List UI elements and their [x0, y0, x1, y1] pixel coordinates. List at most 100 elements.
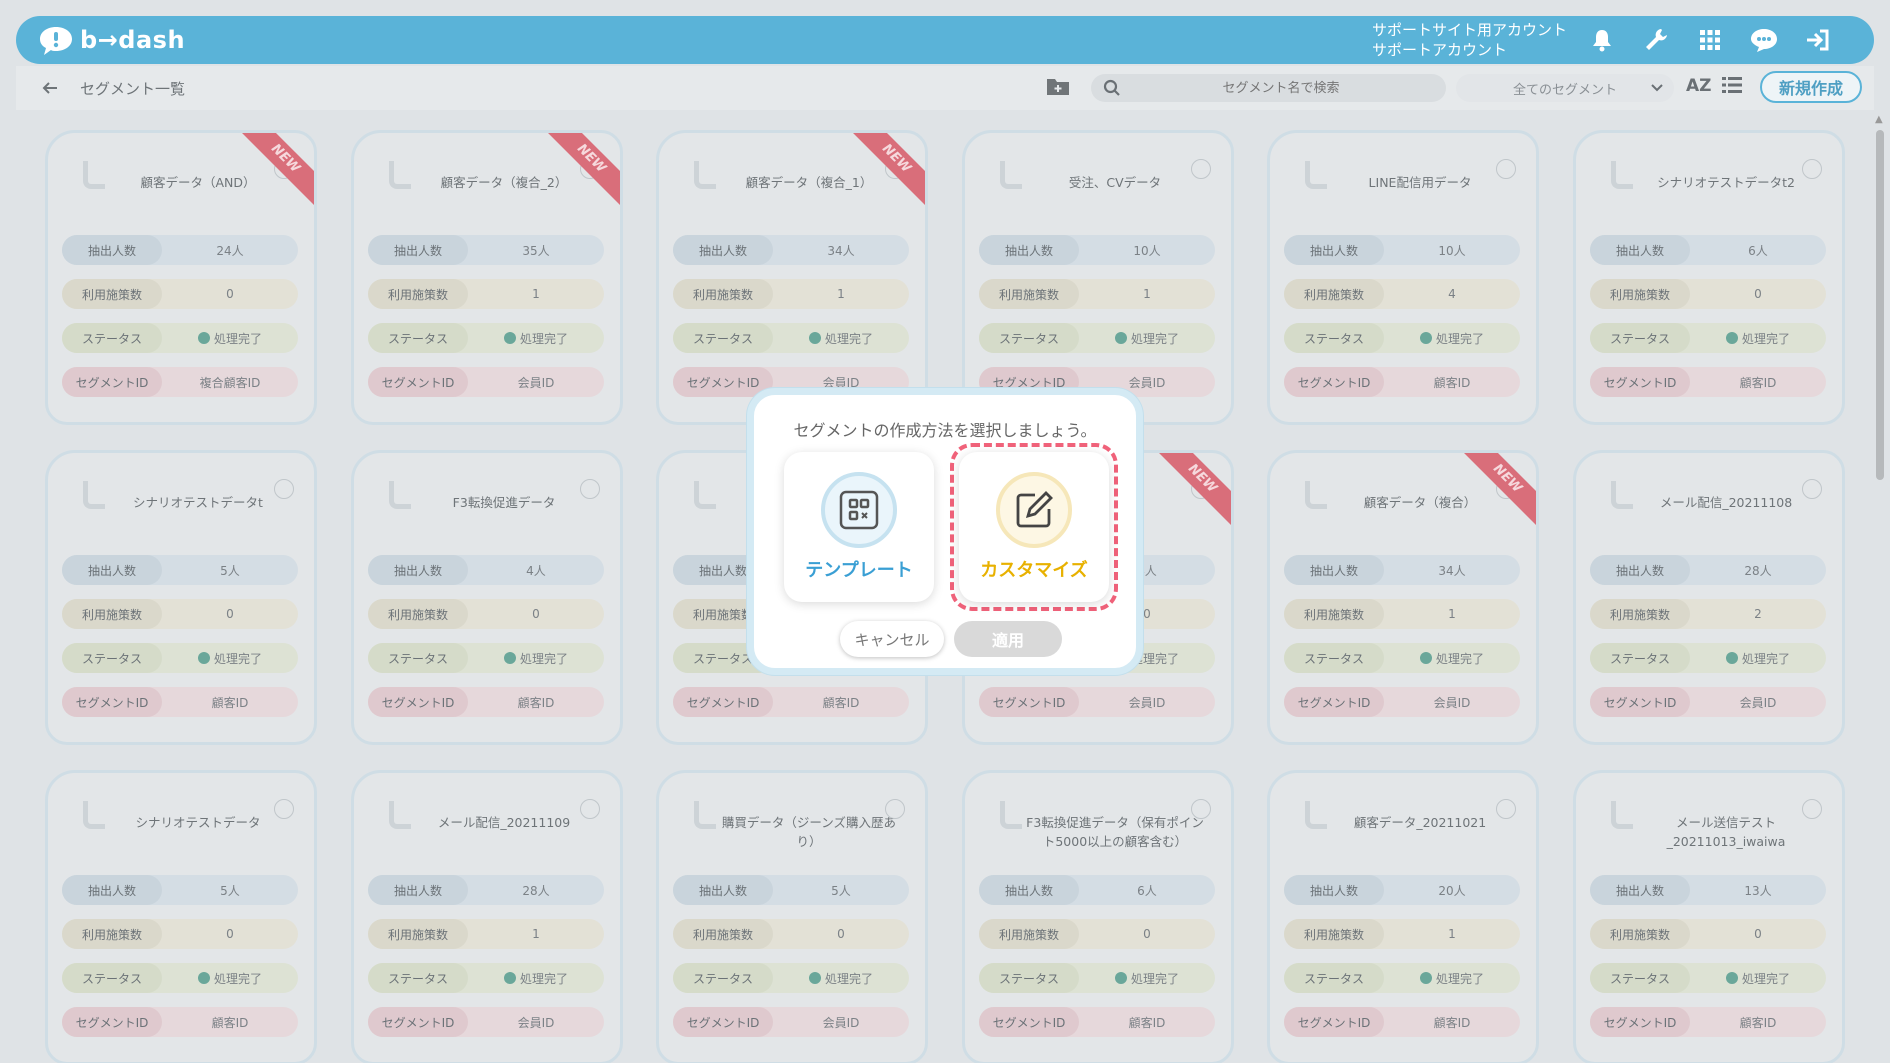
segment-id-label: セグメントID [979, 1007, 1079, 1037]
status-label: ステータス [1284, 963, 1384, 993]
card-menu-icon[interactable] [274, 799, 294, 819]
bell-icon[interactable] [1586, 24, 1618, 56]
add-folder-icon[interactable] [1046, 76, 1070, 100]
segment-id-row: セグメントID 顧客ID [1284, 1007, 1520, 1037]
status-value-wrap: 処理完了 [468, 330, 604, 347]
wrench-icon[interactable] [1640, 24, 1672, 56]
segment-card[interactable]: 顧客データ（複合） NEW 抽出人数 34人 利用施策数 1 ステータス 処理完了 セグメントI… [1267, 450, 1539, 745]
card-menu-icon[interactable] [1802, 159, 1822, 179]
count-label: 抽出人数 [62, 555, 162, 585]
segment-card[interactable]: シナリオテストデータ 抽出人数 5人 利用施策数 0 ステータス 処理完了 セグメントID 顧客… [45, 770, 317, 1063]
segment-id-label: セグメントID [368, 687, 468, 717]
status-row: ステータス 処理完了 [62, 323, 298, 353]
template-option[interactable]: テンプレート [784, 452, 934, 602]
page-title: セグメント一覧 [80, 80, 186, 98]
new-badge: NEW [1154, 453, 1231, 527]
segment-id-value: 顧客ID [822, 695, 860, 710]
count-value: 10人 [1438, 243, 1466, 258]
card-fold-decoration [694, 481, 716, 509]
segment-card[interactable]: シナリオテストデータt 抽出人数 5人 利用施策数 0 ステータス 処理完了 セグメントID 顧… [45, 450, 317, 745]
segment-card[interactable]: メール配信_20211108 抽出人数 28人 利用施策数 2 ステータス 処理完了 セグメン… [1573, 450, 1845, 745]
apply-button[interactable]: 適用 [954, 621, 1062, 657]
list-view-icon[interactable] [1722, 76, 1742, 98]
count-row: 抽出人数 35人 [368, 235, 604, 265]
card-menu-icon[interactable] [1802, 479, 1822, 499]
back-arrow-icon[interactable] [38, 76, 62, 100]
sort-az-button[interactable]: AZ [1686, 76, 1711, 96]
segment-id-value: 会員ID [1128, 695, 1166, 710]
segment-card[interactable]: シナリオテストデータt2 抽出人数 6人 利用施策数 0 ステータス 処理完了 セグメントID… [1573, 130, 1845, 425]
segment-id-row: セグメントID 顧客ID [1590, 367, 1826, 397]
status-value: 処理完了 [519, 651, 568, 666]
segment-id-label: セグメントID [979, 687, 1079, 717]
count-label: 抽出人数 [673, 235, 773, 265]
card-fold-decoration [83, 161, 105, 189]
scroll-up-arrow-icon[interactable]: ▲ [1875, 114, 1883, 125]
segment-card[interactable]: 顧客データ（複合_1） NEW 抽出人数 34人 利用施策数 1 ステータス 処理完了 セグメン… [656, 130, 928, 425]
card-menu-icon[interactable] [885, 799, 905, 819]
count-row: 抽出人数 34人 [1284, 555, 1520, 585]
edit-pencil-icon [996, 472, 1072, 548]
usage-row: 利用施策数 0 [368, 599, 604, 629]
status-value: 処理完了 [824, 331, 873, 346]
count-value: 10人 [1133, 243, 1161, 258]
count-value: 34人 [1438, 563, 1466, 578]
usage-value: 0 [837, 927, 845, 941]
usage-label: 利用施策数 [1284, 279, 1384, 309]
status-value: 処理完了 [1741, 331, 1790, 346]
search-input[interactable] [1131, 76, 1431, 100]
card-menu-icon[interactable] [1802, 799, 1822, 819]
usage-label: 利用施策数 [1284, 599, 1384, 629]
segment-card[interactable]: メール送信テスト_20211013_iwaiwa 抽出人数 13人 利用施策数 0 ステー… [1573, 770, 1845, 1063]
usage-label: 利用施策数 [979, 279, 1079, 309]
apps-grid-icon[interactable] [1694, 24, 1726, 56]
card-menu-icon[interactable] [1191, 799, 1211, 819]
account-info[interactable]: サポートサイト用アカウント サポートアカウント [1372, 20, 1567, 60]
count-value: 13人 [1744, 883, 1772, 898]
segment-card[interactable]: メール配信_20211109 抽出人数 28人 利用施策数 1 ステータス 処理完了 セグメン… [351, 770, 623, 1063]
customize-option[interactable]: カスタマイズ [959, 452, 1109, 602]
segment-card[interactable]: LINE配信用データ 抽出人数 10人 利用施策数 4 ステータス 処理完了 セグメントID 顧… [1267, 130, 1539, 425]
status-value-wrap: 処理完了 [1079, 970, 1215, 987]
segment-card[interactable]: F3転換促進データ 抽出人数 4人 利用施策数 0 ステータス 処理完了 セグメントID 顧客I… [351, 450, 623, 745]
segment-id-label: セグメントID [368, 367, 468, 397]
status-row: ステータス 処理完了 [1590, 643, 1826, 673]
segment-card[interactable]: 顧客データ（AND） NEW 抽出人数 24人 利用施策数 0 ステータス 処理完了 セグメント… [45, 130, 317, 425]
segment-id-label: セグメントID [673, 1007, 773, 1037]
status-value: 処理完了 [1130, 971, 1179, 986]
usage-label: 利用施策数 [1590, 919, 1690, 949]
logout-icon[interactable] [1802, 24, 1834, 56]
play-status-icon [197, 651, 210, 664]
logo[interactable]: b→dash [36, 24, 185, 56]
chat-support-icon[interactable] [1748, 24, 1780, 56]
cancel-button[interactable]: キャンセル [840, 621, 944, 657]
card-title: 顧客データ（複合） [1363, 495, 1477, 510]
new-segment-button[interactable]: 新規作成 [1760, 71, 1862, 103]
segment-id-label: セグメントID [368, 1007, 468, 1037]
segment-card[interactable]: 受注、CVデータ 抽出人数 10人 利用施策数 1 ステータス 処理完了 セグメントID 会員I… [962, 130, 1234, 425]
segment-id-label: セグメントID [673, 687, 773, 717]
card-menu-icon[interactable] [1496, 799, 1516, 819]
segment-card[interactable]: F3転換促進データ（保有ポイント5000以上の顧客含む） 抽出人数 6人 利用施策数 0… [962, 770, 1234, 1063]
count-label: 抽出人数 [62, 235, 162, 265]
card-menu-icon[interactable] [580, 479, 600, 499]
status-row: ステータス 処理完了 [368, 323, 604, 353]
segment-card[interactable]: 顧客データ_20211021 抽出人数 20人 利用施策数 1 ステータス 処理完了 セグメン… [1267, 770, 1539, 1063]
segment-filter-value: 全てのセグメント [1512, 82, 1617, 98]
segment-id-value: 顧客ID [1433, 1015, 1471, 1030]
scroll-thumb[interactable] [1876, 130, 1884, 480]
card-menu-icon[interactable] [580, 799, 600, 819]
segment-filter-select[interactable]: 全てのセグメント [1456, 74, 1674, 102]
count-value: 5人 [220, 563, 240, 578]
count-row: 抽出人数 5人 [62, 555, 298, 585]
status-value: 処理完了 [519, 971, 568, 986]
segment-id-value: 会員ID [1433, 695, 1471, 710]
card-menu-icon[interactable] [1496, 159, 1516, 179]
segment-card[interactable]: 購買データ（ジーンズ購入歴あり） 抽出人数 5人 利用施策数 0 ステータス 処理完了 セグメ… [656, 770, 928, 1063]
scrollbar[interactable]: ▲ [1872, 112, 1888, 1063]
card-title: 顧客データ_20211021 [1353, 815, 1487, 830]
card-menu-icon[interactable] [274, 479, 294, 499]
card-fold-decoration [83, 481, 105, 509]
segment-card[interactable]: 顧客データ（複合_2） NEW 抽出人数 35人 利用施策数 1 ステータス 処理完了 セグメン… [351, 130, 623, 425]
card-menu-icon[interactable] [1191, 159, 1211, 179]
